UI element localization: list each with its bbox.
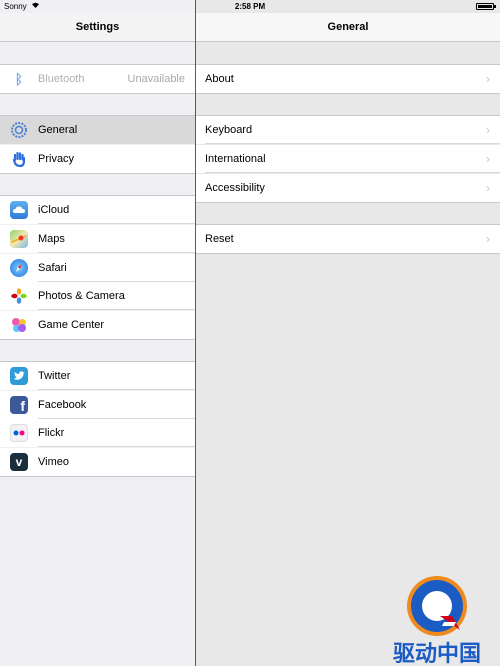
row-label: Reset: [205, 233, 234, 245]
settings-master-pane: Settings ᛒ Bluetooth Unavailable General…: [0, 0, 195, 666]
chevron-right-icon: ›: [486, 152, 490, 166]
row-label: Bluetooth: [38, 73, 85, 85]
row-value: Unavailable: [127, 73, 185, 85]
row-label: Keyboard: [205, 124, 253, 136]
settings-row-privacy[interactable]: Privacy: [0, 145, 195, 173]
settings-row-facebook[interactable]: f Facebook: [0, 391, 195, 419]
settings-row-photos-camera[interactable]: Photos & Camera: [0, 282, 195, 310]
compass-icon: [10, 259, 28, 277]
row-label: Twitter: [38, 370, 71, 382]
chevron-right-icon: ›: [486, 123, 490, 137]
row-label: iCloud: [38, 204, 70, 216]
twitter-bird-icon: [10, 367, 28, 385]
settings-row-vimeo[interactable]: v Vimeo: [0, 448, 195, 476]
general-row-reset[interactable]: Reset ›: [196, 225, 500, 253]
settings-row-twitter[interactable]: Twitter: [0, 362, 195, 390]
settings-row-icloud[interactable]: iCloud: [0, 196, 195, 224]
separator: [0, 93, 195, 94]
status-time: 2:58 PM: [234, 2, 266, 11]
general-row-keyboard[interactable]: Keyboard ›: [196, 116, 500, 144]
status-bar: Sonny 2:58 PM: [0, 0, 500, 13]
row-label: Accessibility: [205, 182, 265, 194]
row-label: Safari: [38, 262, 67, 274]
row-label: Photos & Camera: [38, 290, 125, 302]
row-label: Privacy: [38, 153, 75, 165]
watermark-text: 驱动中国: [392, 642, 481, 666]
general-nav-bar: General: [196, 13, 500, 42]
general-title: General: [327, 21, 369, 33]
row-label: General: [38, 124, 78, 136]
row-label: Flickr: [38, 427, 65, 439]
cloud-icon: [10, 201, 28, 219]
settings-nav-bar: Settings: [0, 13, 195, 42]
row-label: Facebook: [38, 399, 87, 411]
settings-row-game-center[interactable]: Game Center: [0, 311, 195, 339]
row-label: Vimeo: [38, 456, 69, 468]
flower-icon: [10, 287, 28, 305]
separator: [196, 93, 500, 94]
general-detail-pane: General About › Keyboard › International…: [196, 0, 500, 666]
hand-icon: [10, 150, 28, 168]
separator: [196, 253, 500, 254]
flickr-dots-icon: [10, 424, 28, 442]
separator: [0, 339, 195, 340]
settings-row-bluetooth: ᛒ Bluetooth Unavailable: [0, 65, 195, 93]
chevron-right-icon: ›: [486, 232, 490, 246]
general-row-international[interactable]: International ›: [196, 145, 500, 173]
settings-title: Settings: [75, 21, 120, 33]
separator: [0, 173, 195, 174]
row-label: Game Center: [38, 319, 105, 331]
maps-icon: [10, 230, 28, 248]
row-label: International: [205, 153, 266, 165]
facebook-f-icon: f: [10, 396, 28, 414]
bubbles-icon: [10, 316, 28, 334]
settings-row-safari[interactable]: Safari: [0, 254, 195, 282]
settings-row-general[interactable]: General: [0, 116, 195, 144]
gear-icon: [10, 121, 28, 139]
battery-icon: [476, 3, 496, 10]
general-row-accessibility[interactable]: Accessibility ›: [196, 174, 500, 202]
separator: [196, 202, 500, 203]
settings-row-maps[interactable]: Maps: [0, 225, 195, 253]
bluetooth-icon: ᛒ: [14, 71, 24, 87]
chevron-right-icon: ›: [486, 181, 490, 195]
separator: [0, 476, 195, 477]
chevron-right-icon: ›: [486, 72, 490, 86]
watermark-emblem-icon: [407, 576, 467, 636]
row-label: About: [205, 73, 234, 85]
general-row-about[interactable]: About ›: [196, 65, 500, 93]
watermark-logo: 驱动中国: [382, 570, 492, 666]
settings-row-flickr[interactable]: Flickr: [0, 419, 195, 447]
vimeo-v-icon: v: [10, 453, 28, 471]
row-label: Maps: [38, 233, 65, 245]
